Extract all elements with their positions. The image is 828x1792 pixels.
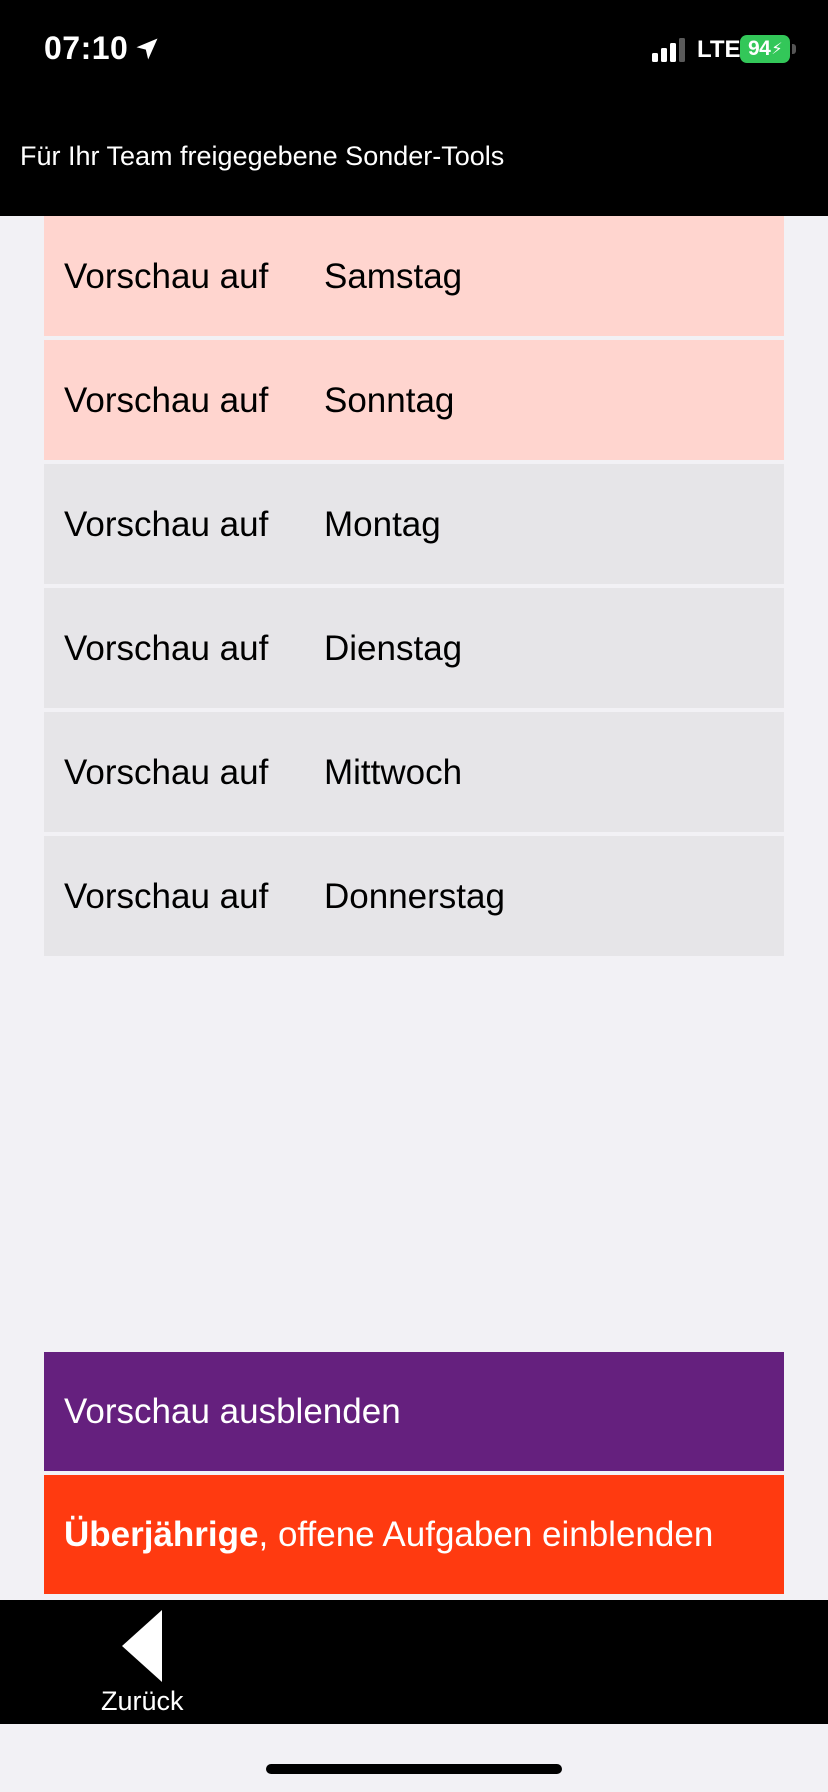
preview-row-samstag[interactable]: Vorschau auf Samstag (44, 216, 784, 336)
row-day: Dienstag (324, 629, 463, 668)
hide-preview-button[interactable]: Vorschau ausblenden (44, 1352, 784, 1471)
row-day: Sonntag (324, 381, 455, 420)
row-day: Samstag (324, 257, 463, 296)
header: Für Ihr Team freigegebene Sonder-Tools (0, 100, 828, 216)
preview-list: Vorschau auf Samstag Vorschau auf Sonnta… (44, 216, 784, 960)
network-label: LTE (697, 36, 741, 63)
signal-icon (652, 38, 685, 62)
back-button[interactable]: Zurück (90, 1610, 200, 1720)
battery-icon: 94 ⚡ (740, 35, 790, 63)
row-prefix: Vorschau auf (64, 381, 269, 420)
battery-level: 94 (747, 37, 771, 60)
hide-preview-label: Vorschau ausblenden (64, 1392, 401, 1431)
status-bar: 07:10 LTE 94 ⚡ (0, 0, 828, 100)
page-title: Für Ihr Team freigegebene Sonder-Tools (20, 141, 505, 171)
overdue-rest-text: , offene Aufgaben einblenden (258, 1515, 714, 1554)
charging-bolt-icon: ⚡ (771, 41, 783, 58)
row-prefix: Vorschau auf (64, 877, 269, 916)
preview-row-mittwoch[interactable]: Vorschau auf Mittwoch (44, 712, 784, 832)
row-day: Mittwoch (324, 753, 463, 792)
preview-row-montag[interactable]: Vorschau auf Montag (44, 464, 784, 584)
back-label: Zurück (101, 1686, 184, 1716)
row-prefix: Vorschau auf (64, 257, 269, 296)
preview-row-dienstag[interactable]: Vorschau auf Dienstag (44, 588, 784, 708)
show-overdue-tasks-label: Überjährige, offene Aufgaben einblenden (64, 1515, 713, 1555)
row-prefix: Vorschau auf (64, 753, 269, 792)
row-prefix: Vorschau auf (64, 505, 269, 544)
overdue-bold-text: Überjährige (64, 1515, 259, 1554)
bottom-bar: Zurück (0, 1600, 828, 1724)
row-day: Montag (324, 505, 441, 544)
battery-cap (792, 44, 796, 54)
back-arrow-icon (122, 1610, 162, 1682)
row-prefix: Vorschau auf (64, 629, 269, 668)
preview-row-donnerstag[interactable]: Vorschau auf Donnerstag (44, 836, 784, 956)
row-day: Donnerstag (324, 877, 505, 916)
home-indicator[interactable] (266, 1764, 562, 1774)
location-arrow-icon (136, 38, 158, 60)
status-time: 07:10 (44, 30, 129, 66)
preview-row-sonntag[interactable]: Vorschau auf Sonntag (44, 340, 784, 460)
show-overdue-tasks-button[interactable]: Überjährige, offene Aufgaben einblenden (44, 1475, 784, 1594)
